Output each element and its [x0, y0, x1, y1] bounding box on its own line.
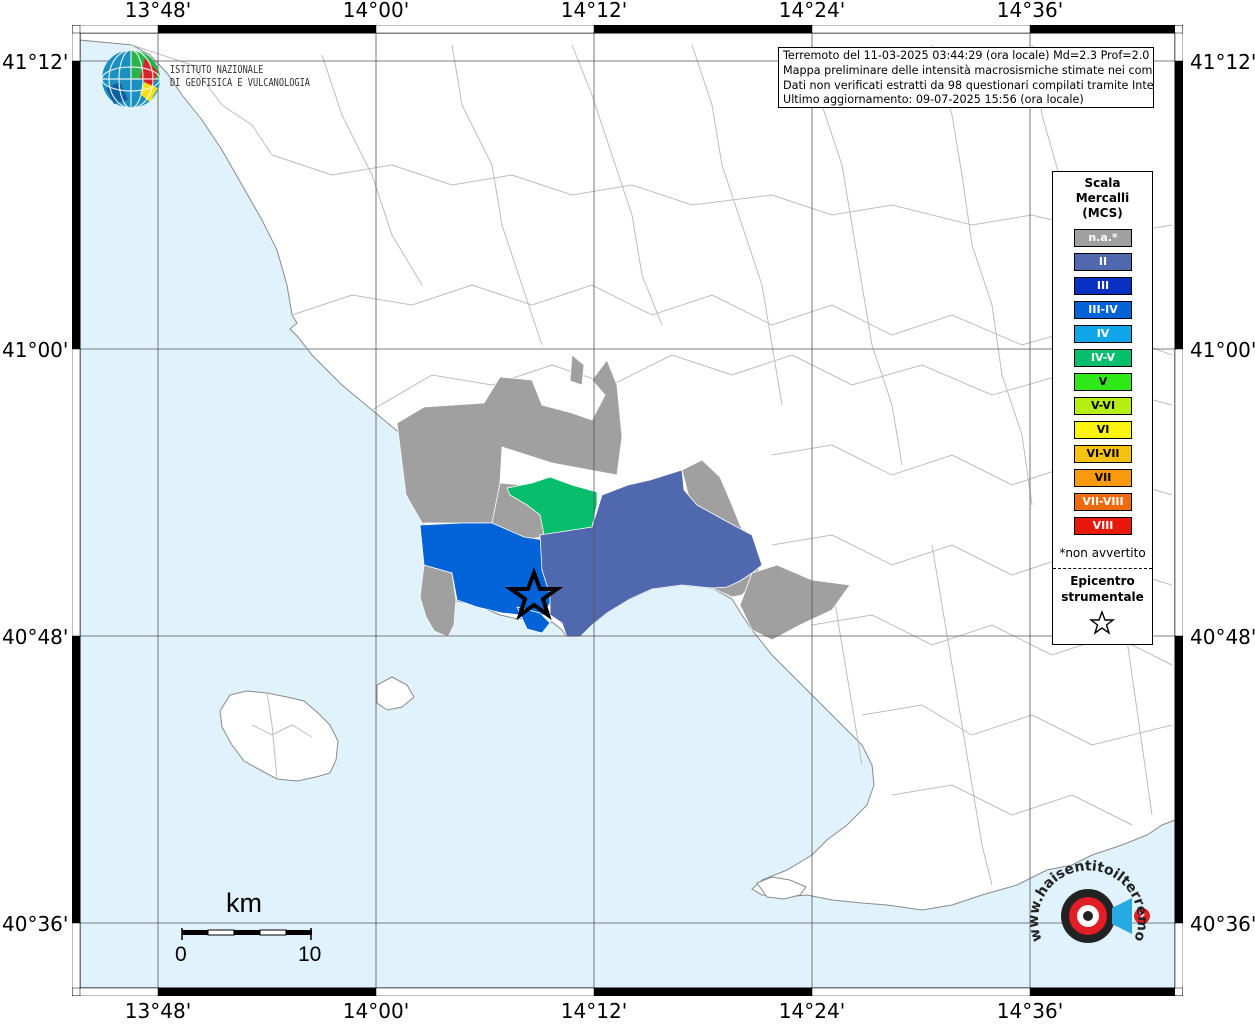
map-frame[interactable]: [72, 25, 1183, 996]
legend-swatch-ii: II: [1074, 253, 1132, 271]
lat-tick-left-4: 40°36': [2, 912, 69, 936]
legend-swatch-v: V: [1074, 373, 1132, 391]
legend-swatch-n-a-: n.a.*: [1074, 229, 1132, 247]
lat-tick-left-2: 41°00': [2, 338, 69, 362]
ingv-logo-text: ISTITUTO NAZIONALE DI GEOFISICA E VULCAN…: [170, 64, 310, 90]
info-line-data-source: Dati non verificati estratti da 98 quest…: [783, 78, 1154, 92]
info-line-description: Mappa preliminare delle intensità macros…: [783, 63, 1154, 77]
legend-swatch-iii: III: [1074, 277, 1132, 295]
scale-end-label: 10: [298, 943, 322, 966]
legend: Scala Mercalli (MCS) n.a.* II III III-IV IV I…: [1052, 171, 1153, 645]
event-info-box: Terremoto del 11-03-2025 03:44:29 (ora l…: [778, 47, 1154, 108]
legend-swatch-vii: VII: [1074, 469, 1132, 487]
lon-tick-top-2: 14°00': [342, 0, 410, 22]
legend-swatch-vi-vii: VI-VII: [1074, 445, 1132, 463]
lat-tick-left-1: 41°12': [2, 50, 69, 74]
legend-swatch-vi: VI: [1074, 421, 1132, 439]
legend-divider: [1053, 568, 1152, 569]
legend-title-line2: Mercalli: [1075, 191, 1130, 205]
info-line-updated: Ultimo aggiornamento: 09-07-2025 15:56 (…: [783, 93, 1084, 107]
lon-tick-top-1: 13°48': [124, 0, 192, 22]
legend-swatch-v-vi: V-VI: [1074, 397, 1132, 415]
lon-tick-bottom-1: 13°48': [124, 999, 192, 1023]
lon-tick-bottom-5: 14°36': [996, 999, 1064, 1023]
legend-note: *non avvertito: [1059, 546, 1146, 560]
lat-tick-right-3: 40°48': [1190, 625, 1255, 649]
lon-tick-top-3: 14°12': [560, 0, 628, 22]
lat-tick-right-4: 40°36': [1190, 912, 1255, 936]
legend-swatch-vii-viii: VII-VIII: [1074, 493, 1132, 511]
legend-swatch-iii-iv: III-IV: [1074, 301, 1132, 319]
legend-swatch-iv: IV: [1074, 325, 1132, 343]
legend-swatch-iv-v: IV-V: [1074, 349, 1132, 367]
lon-tick-bottom-3: 14°12': [560, 999, 628, 1023]
legend-title: Scala Mercalli (MCS): [1053, 176, 1152, 221]
lat-tick-right-2: 41°00': [1190, 338, 1255, 362]
ingv-logo-line2: DI GEOFISICA E VULCANOLOGIA: [170, 77, 310, 89]
legend-star-icon: [1089, 610, 1115, 635]
lat-tick-left-3: 40°48': [2, 625, 69, 649]
lon-tick-top-4: 14°24': [778, 0, 846, 22]
legend-title-line1: Scala: [1084, 176, 1121, 190]
lon-tick-bottom-2: 14°00': [342, 999, 410, 1023]
scale-start-label: 0: [175, 943, 187, 966]
legend-epicenter-title: Epicentro strumentale: [1053, 573, 1152, 605]
ingv-logo-line1: ISTITUTO NAZIONALE: [170, 64, 264, 76]
ingv-globe-icon: [101, 49, 161, 109]
legend-epicenter-line2: strumentale: [1061, 590, 1144, 604]
info-line-event: Terremoto del 11-03-2025 03:44:29 (ora l…: [783, 49, 1154, 62]
legend-title-line3: (MCS): [1082, 206, 1123, 220]
legend-swatch-viii: VIII: [1074, 517, 1132, 535]
lon-tick-top-5: 14°36': [996, 0, 1064, 22]
legend-epicenter-line1: Epicentro: [1070, 574, 1135, 588]
lon-tick-bottom-4: 14°24': [778, 999, 846, 1023]
hai-sentito-il-terremoto-logo: ? www.haisentitoilterremoto.it: [1030, 860, 1150, 944]
lat-tick-right-1: 41°12': [1190, 50, 1255, 74]
map-canvas[interactable]: [72, 25, 1183, 996]
